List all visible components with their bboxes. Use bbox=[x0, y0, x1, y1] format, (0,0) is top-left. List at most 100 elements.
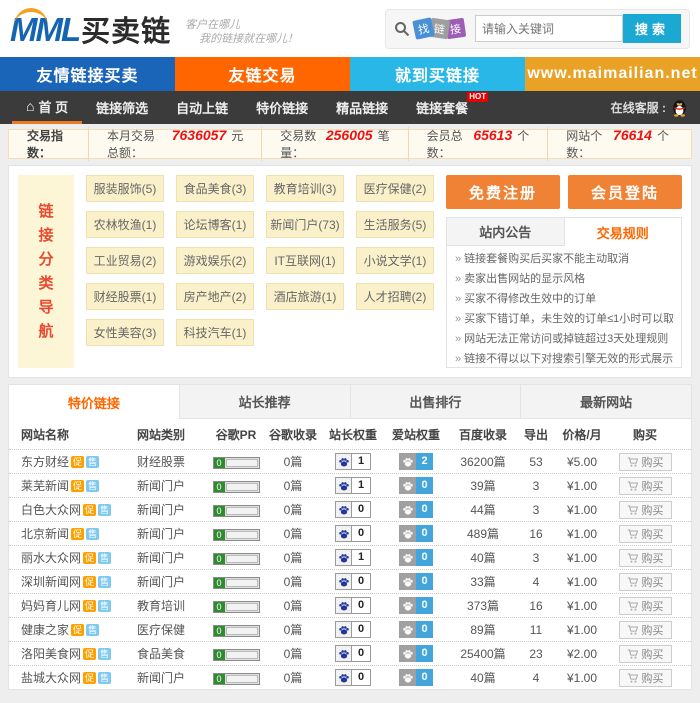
nav-item-auto-link[interactable]: 自动上链 bbox=[162, 91, 242, 124]
paw-icon bbox=[399, 645, 416, 662]
site-name-link[interactable]: 东方财经 bbox=[21, 453, 69, 470]
nav-item-special-links[interactable]: 特价链接 bbox=[242, 91, 322, 124]
buy-button[interactable]: 购买 bbox=[619, 669, 672, 687]
col-baidu-included: 百度收录 bbox=[447, 426, 519, 443]
nav-item-link-packages[interactable]: 链接套餐 HOT bbox=[402, 91, 482, 124]
chinaz-weight-value: 0 bbox=[352, 645, 371, 662]
category-item[interactable]: 工业贸易(2) bbox=[86, 247, 164, 274]
paw-icon bbox=[399, 477, 416, 494]
buy-button[interactable]: 购买 bbox=[619, 477, 672, 495]
stat-label: 网站个数： bbox=[566, 127, 608, 161]
buy-button[interactable]: 购买 bbox=[619, 549, 672, 567]
buy-button[interactable]: 购买 bbox=[619, 645, 672, 663]
category-item[interactable]: 酒店旅游(1) bbox=[266, 283, 344, 310]
nav-item-home[interactable]: ⌂ 首 页 bbox=[12, 91, 82, 124]
rules-list: »链接套餐购买后买家不能主动取消»卖家出售网站的显示风格»买家不得修改生效中的订… bbox=[447, 246, 681, 368]
chinaz-weight-value: 1 bbox=[352, 477, 371, 494]
category-item[interactable]: 食品美食(3) bbox=[176, 175, 254, 202]
bullet-icon: » bbox=[455, 333, 461, 345]
category-item[interactable]: 游戏娱乐(2) bbox=[176, 247, 254, 274]
category-item[interactable]: IT互联网(1) bbox=[266, 247, 344, 274]
category-item[interactable]: 医疗保健(2) bbox=[356, 175, 434, 202]
col-chinaz-weight: 站长权重 bbox=[321, 426, 385, 443]
site-name-link[interactable]: 健康之家 bbox=[21, 621, 69, 638]
category-item[interactable]: 新闻门户(73) bbox=[266, 211, 344, 238]
site-name-link[interactable]: 莱芜新闻 bbox=[21, 477, 69, 494]
rule-link[interactable]: »网站无法正常访问或掉链超过3天处理规则 bbox=[455, 329, 673, 349]
google-pr-cell: 0 bbox=[207, 527, 265, 541]
price-cell: ¥1.00 bbox=[553, 623, 611, 637]
tab-sales-ranking[interactable]: 出售排行 bbox=[350, 385, 521, 419]
find-link-tiles: 找 链 接 bbox=[414, 19, 465, 38]
site-name-cell: 深圳新闻网 促 售 bbox=[21, 573, 137, 590]
site-name-link[interactable]: 白色大众网 bbox=[21, 501, 81, 518]
search-input[interactable] bbox=[475, 15, 623, 42]
buy-button[interactable]: 购买 bbox=[619, 525, 672, 543]
site-category: 新闻门户 bbox=[137, 573, 207, 590]
pr-indicator: 0 bbox=[213, 601, 260, 613]
category-item[interactable]: 财经股票(1) bbox=[86, 283, 164, 310]
price-cell: ¥1.00 bbox=[553, 575, 611, 589]
table-tabs: 特价链接 站长推荐 出售排行 最新网站 bbox=[9, 385, 691, 419]
nav-item-premium-links[interactable]: 精品链接 bbox=[322, 91, 402, 124]
online-service-label: 在线客服 : bbox=[611, 99, 666, 116]
search-button[interactable]: 搜索 bbox=[623, 14, 681, 43]
site-name-link[interactable]: 洛阳美食网 bbox=[21, 645, 81, 662]
category-item[interactable]: 农林牧渔(1) bbox=[86, 211, 164, 238]
stat-label: 本月交易总额： bbox=[107, 127, 167, 161]
register-button[interactable]: 免费注册 bbox=[446, 175, 560, 209]
tab-webmaster-picks[interactable]: 站长推荐 bbox=[179, 385, 350, 419]
category-item[interactable]: 女性美容(3) bbox=[86, 319, 164, 346]
rule-link[interactable]: »链接不得以以下对搜索引擎无效的形式展示 bbox=[455, 349, 673, 368]
tab-special-links[interactable]: 特价链接 bbox=[9, 385, 179, 419]
category-item[interactable]: 科技汽车(1) bbox=[176, 319, 254, 346]
nav-packages-label: 链接套餐 bbox=[416, 98, 468, 117]
site-name-link[interactable]: 妈妈育儿网 bbox=[21, 597, 81, 614]
buy-button[interactable]: 购买 bbox=[619, 453, 672, 471]
category-item[interactable]: 小说文学(1) bbox=[356, 247, 434, 274]
rule-link[interactable]: »链接套餐购买后买家不能主动取消 bbox=[455, 249, 673, 269]
site-name-link[interactable]: 北京新闻 bbox=[21, 525, 69, 542]
category-item[interactable]: 论坛博客(1) bbox=[176, 211, 254, 238]
site-name-link[interactable]: 盐城大众网 bbox=[21, 669, 81, 686]
aizhan-weight-value: 0 bbox=[416, 573, 433, 590]
aizhan-weight-cell: 0 bbox=[385, 525, 447, 542]
buy-button[interactable]: 购买 bbox=[619, 573, 672, 591]
paw-icon bbox=[335, 525, 352, 542]
buy-button[interactable]: 购买 bbox=[619, 621, 672, 639]
site-name-cell: 丽水大众网 促 售 bbox=[21, 549, 137, 566]
login-button[interactable]: 会员登陆 bbox=[568, 175, 682, 209]
trade-stats-bar: 交易指数： 本月交易总额： 7636057 元 交易数量： 256005 笔 会… bbox=[8, 129, 692, 159]
online-service[interactable]: 在线客服 : bbox=[611, 91, 688, 124]
rule-link[interactable]: »买家下错订单，未生效的订单≤1小时可以取消 bbox=[455, 309, 673, 329]
table-row: 深圳新闻网 促 售 新闻门户 0 0篇 0 0 33篇 4 ¥1.00 bbox=[9, 569, 691, 593]
chinaz-weight-cell: 1 bbox=[321, 549, 385, 566]
table-row: 健康之家 促 售 医疗保健 0 0篇 0 0 89篇 11 ¥1.00 bbox=[9, 617, 691, 641]
site-name-link[interactable]: 深圳新闻网 bbox=[21, 573, 81, 590]
chinaz-weight-value: 0 bbox=[352, 501, 371, 518]
baidu-included-cell: 33篇 bbox=[447, 573, 519, 590]
category-item[interactable]: 房产地产(2) bbox=[176, 283, 254, 310]
site-name-link[interactable]: 丽水大众网 bbox=[21, 549, 81, 566]
category-item[interactable]: 服装服饰(5) bbox=[86, 175, 164, 202]
stat-value: 65613 bbox=[471, 127, 514, 143]
buy-button[interactable]: 购买 bbox=[619, 597, 672, 615]
baidu-included-cell: 89篇 bbox=[447, 621, 519, 638]
sale-badge: 售 bbox=[86, 528, 99, 540]
bullet-icon: » bbox=[455, 313, 461, 325]
rule-link[interactable]: »买家不得修改生效中的订单 bbox=[455, 289, 673, 309]
qq-icon bbox=[671, 98, 688, 117]
tab-trade-rules[interactable]: 交易规则 bbox=[565, 218, 682, 246]
tab-site-announcements[interactable]: 站内公告 bbox=[447, 218, 565, 246]
site-logo[interactable]: MML 买卖链 bbox=[10, 8, 171, 50]
banner-site-url[interactable]: www.maimailian.net bbox=[525, 57, 700, 91]
category-item[interactable]: 生活服务(5) bbox=[356, 211, 434, 238]
category-item[interactable]: 人才招聘(2) bbox=[356, 283, 434, 310]
banner-segment-3: 就到买链接 bbox=[350, 57, 525, 91]
google-pr-cell: 0 bbox=[207, 455, 265, 469]
tab-newest-sites[interactable]: 最新网站 bbox=[520, 385, 691, 419]
buy-button[interactable]: 购买 bbox=[619, 501, 672, 519]
nav-item-link-filter[interactable]: 链接筛选 bbox=[82, 91, 162, 124]
rule-link[interactable]: »卖家出售网站的显示风格 bbox=[455, 269, 673, 289]
category-item[interactable]: 教育培训(3) bbox=[266, 175, 344, 202]
